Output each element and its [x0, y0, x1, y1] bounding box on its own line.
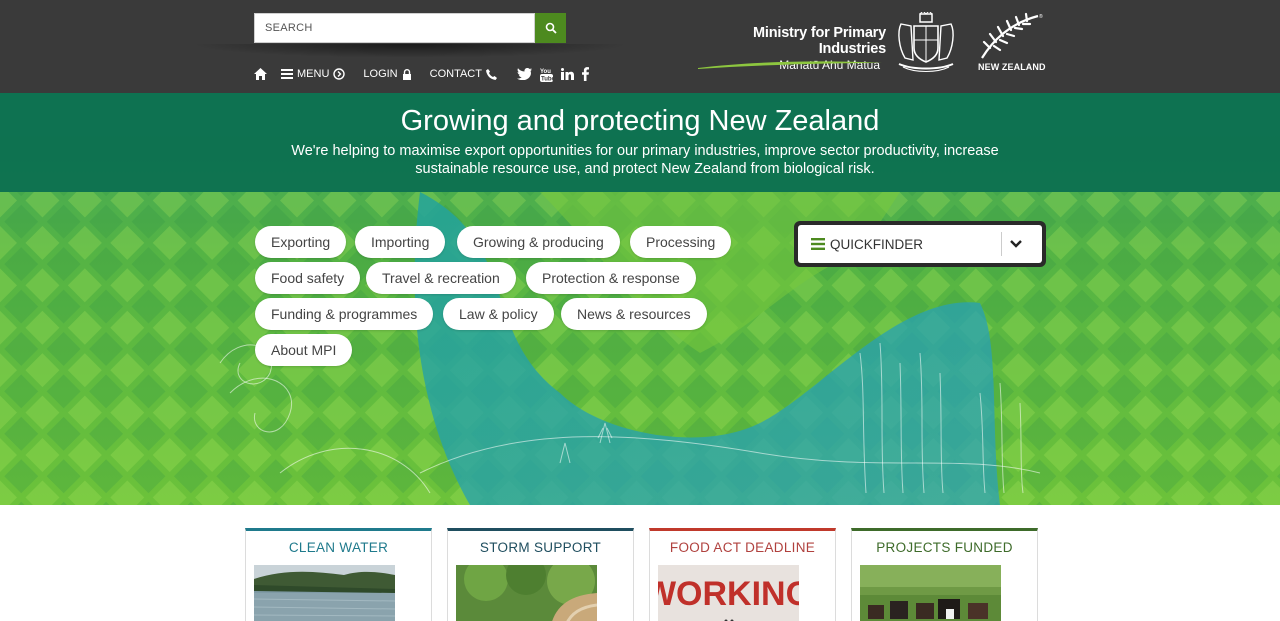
topic-growing-producing[interactable]: Growing & producing — [457, 226, 620, 258]
new-zealand-wordmark: NEW ZEALAND — [978, 62, 1046, 72]
login-link[interactable]: LOGIN — [359, 68, 411, 80]
circle-arrow-icon — [333, 68, 346, 80]
card-image-working-sign: WORKING — [658, 565, 799, 621]
facebook-link[interactable] — [581, 67, 589, 81]
fern-icon: ® — [981, 12, 1043, 59]
menu-icon — [811, 238, 825, 250]
topic-importing[interactable]: Importing — [355, 226, 446, 258]
home-link[interactable] — [254, 68, 267, 80]
card-title: STORM SUPPORT — [479, 540, 602, 555]
card-title: CLEAN WATER — [288, 540, 389, 555]
card-clean-water[interactable]: CLEAN WATER — [245, 528, 432, 621]
youtube-link[interactable]: You Tube — [539, 67, 553, 82]
quickfinder-divider — [1001, 232, 1002, 256]
search-shadow — [190, 44, 630, 58]
hero-banner: Growing and protecting New Zealand We're… — [0, 93, 1280, 505]
contact-label: CONTACT — [429, 68, 482, 80]
twitter-icon — [516, 68, 532, 80]
login-label: LOGIN — [363, 68, 398, 80]
quickfinder-select[interactable]: QUICKFINDER — [798, 225, 1042, 263]
feature-cards: CLEAN WATER STORM SUPPORT FOOD ACT DEADL… — [0, 505, 1280, 621]
ministry-logo[interactable]: Ministry for Primary Industries Manatū A… — [696, 25, 886, 72]
card-title: FOOD ACT DEADLINE — [669, 540, 816, 555]
svg-text:WORKING: WORKING — [658, 575, 799, 613]
new-zealand-logo[interactable]: ® NEW ZEALAND — [978, 12, 1048, 74]
card-food-act-deadline[interactable]: FOOD ACT DEADLINE WORKING — [649, 528, 836, 621]
topic-protection-response[interactable]: Protection & response — [526, 262, 696, 294]
phone-icon — [485, 68, 497, 80]
card-image-storm-damage — [456, 565, 597, 621]
card-image-lake — [254, 565, 395, 621]
swoosh-graphic — [698, 61, 882, 69]
contact-link[interactable]: CONTACT — [426, 68, 497, 80]
search-icon — [545, 22, 557, 34]
topic-processing[interactable]: Processing — [630, 226, 732, 258]
card-title: PROJECTS FUNDED — [876, 540, 1013, 555]
topic-travel-recreation[interactable]: Travel & recreation — [366, 262, 516, 294]
topic-law-policy[interactable]: Law & policy — [443, 298, 554, 330]
lock-icon — [402, 68, 411, 80]
card-image-cattle — [860, 565, 1001, 621]
linkedin-link[interactable] — [560, 68, 574, 80]
quickfinder-dropdown[interactable]: QUICKFINDER — [794, 221, 1046, 267]
site-header: SEARCH MENU LOGIN CONTACT You Tub Minist… — [0, 0, 1280, 93]
topic-funding-programmes[interactable]: Funding & programmes — [255, 298, 434, 330]
search-input[interactable]: SEARCH — [254, 13, 535, 43]
menu-label: MENU — [297, 68, 330, 80]
linkedin-icon — [560, 68, 574, 80]
social-links: You Tube — [516, 67, 597, 82]
menu-icon — [281, 69, 293, 79]
quickfinder-label: QUICKFINDER — [830, 236, 924, 252]
twitter-link[interactable] — [516, 68, 532, 80]
chevron-down-icon — [1010, 240, 1022, 248]
topic-news-resources[interactable]: News & resources — [561, 298, 707, 330]
card-storm-support[interactable]: STORM SUPPORT — [447, 528, 634, 621]
topic-exporting[interactable]: Exporting — [255, 226, 347, 258]
menu-button[interactable]: MENU — [281, 68, 346, 80]
hero-title: Growing and protecting New Zealand — [400, 105, 880, 137]
search-button[interactable] — [535, 13, 566, 43]
topic-about-mpi[interactable]: About MPI — [255, 334, 353, 366]
youtube-icon: You Tube — [539, 69, 553, 82]
facebook-icon — [581, 67, 589, 81]
hero-subtitle: We're helping to maximise export opportu… — [291, 143, 999, 177]
home-icon — [254, 68, 267, 80]
topic-food-safety[interactable]: Food safety — [255, 262, 361, 294]
coat-of-arms-icon — [898, 12, 954, 72]
card-projects-funded[interactable]: PROJECTS FUNDED — [851, 528, 1038, 621]
ministry-name: Ministry for Primary Industries — [753, 25, 886, 57]
svg-text:Tube: Tube — [541, 76, 553, 82]
utility-nav: MENU LOGIN CONTACT You Tub — [254, 64, 597, 84]
svg-text:®: ® — [1039, 13, 1043, 20]
